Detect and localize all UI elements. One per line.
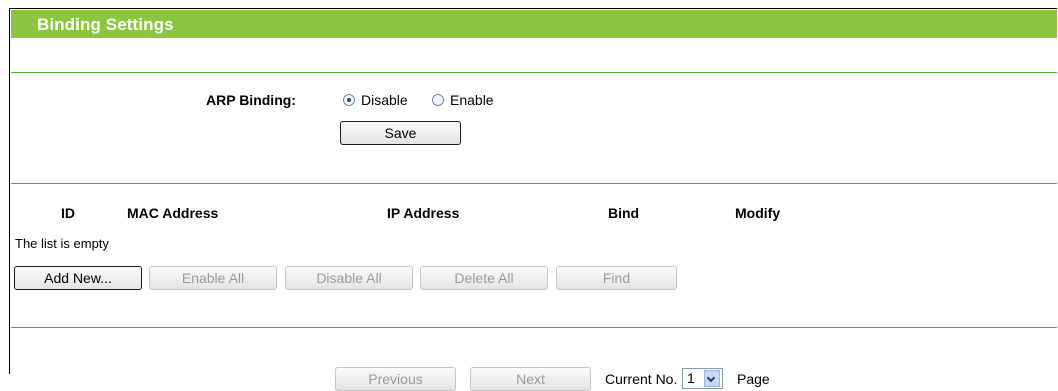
disable-all-button[interactable]: Disable All <box>285 266 413 290</box>
arp-binding-label: ARP Binding: <box>206 92 296 108</box>
save-button[interactable]: Save <box>340 121 461 145</box>
page-label: Page <box>737 371 770 387</box>
page-select[interactable]: 1 <box>682 368 723 389</box>
panel-header: Binding Settings <box>11 10 1057 38</box>
page-title: Binding Settings <box>37 15 174 34</box>
column-header-ip: IP Address <box>387 205 460 221</box>
column-header-bind: Bind <box>608 205 640 221</box>
find-button[interactable]: Find <box>556 266 677 290</box>
divider <box>11 72 1057 73</box>
arp-enable-label: Enable <box>450 92 494 108</box>
chevron-down-icon[interactable] <box>704 370 720 387</box>
divider <box>11 183 1057 184</box>
enable-all-button[interactable]: Enable All <box>149 266 277 290</box>
arp-disable-radio[interactable] <box>343 94 355 106</box>
column-header-mac: MAC Address <box>127 205 219 221</box>
previous-button[interactable]: Previous <box>335 367 456 391</box>
current-page-label: Current No. <box>605 371 678 387</box>
arp-enable-radio[interactable] <box>432 94 444 106</box>
add-new-button[interactable]: Add New... <box>14 266 142 290</box>
next-button[interactable]: Next <box>470 367 591 391</box>
page-select-value: 1 <box>687 370 695 386</box>
settings-panel: Binding Settings <box>9 8 1057 374</box>
column-header-id: ID <box>61 205 75 221</box>
delete-all-button[interactable]: Delete All <box>420 266 548 290</box>
empty-list-message: The list is empty <box>15 236 109 251</box>
column-header-modify: Modify <box>735 205 781 221</box>
divider <box>11 327 1057 328</box>
arp-disable-label: Disable <box>361 92 408 108</box>
